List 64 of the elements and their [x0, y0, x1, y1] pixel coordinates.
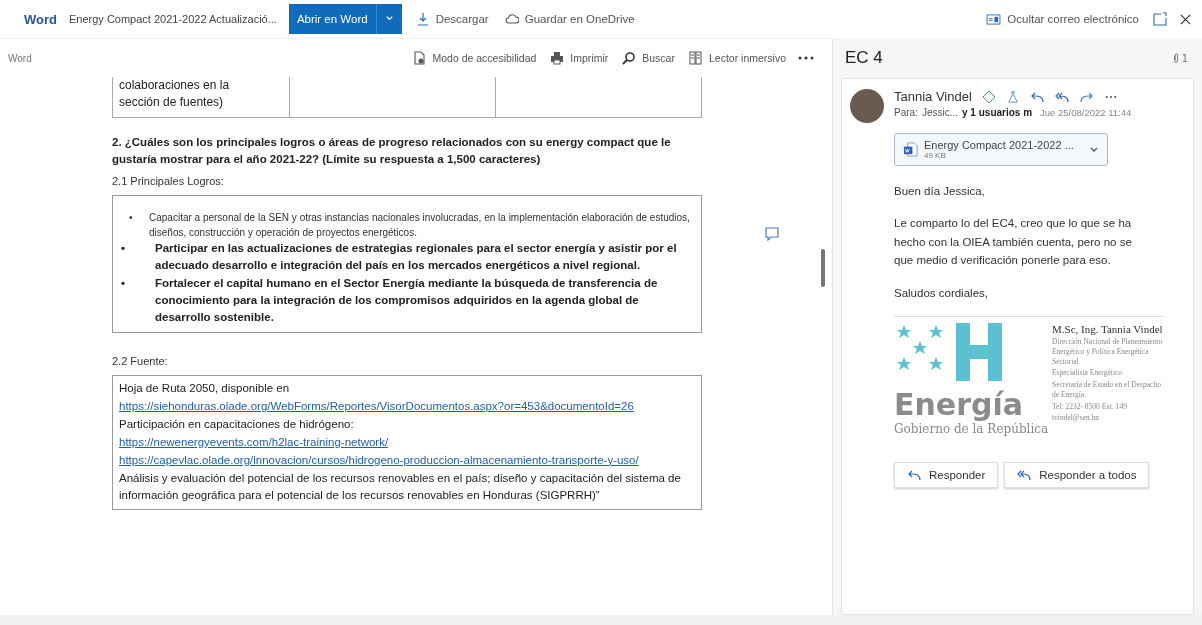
- print-button[interactable]: Imprimir: [548, 51, 611, 65]
- close-icon[interactable]: [1179, 12, 1192, 26]
- download-button[interactable]: Descargar: [413, 12, 491, 26]
- accessibility-button[interactable]: Modo de accesibilidad: [410, 51, 539, 65]
- email-subject: EC 4: [845, 48, 883, 68]
- bullet-text: Capacitar a personal de la SEN y otras instancias nacionales involucradas, en la implementación elaboración de estudios, diseños, construcción y operación de proyectos energéticos.: [149, 211, 691, 241]
- message-text: Buen día Jessica,: [894, 184, 986, 199]
- chevron-down-icon: [384, 14, 394, 23]
- bullet-text: Fortalecer el capital humano en el Sector Energía mediante la búsqueda de transferencia de conocimiento para la integración de los compromisos adquiridos en la agenda global de desarrollo sostenible.: [155, 275, 659, 326]
- book-icon: [688, 51, 703, 65]
- section-heading: 2.2 Fuente:: [112, 355, 169, 368]
- document-title: Energy Compact 2021-2022 Actualizació...: [69, 13, 277, 25]
- cloud-icon: [504, 12, 519, 26]
- attachment-count[interactable]: 1: [1172, 52, 1188, 64]
- message-text: Le comparto lo del EC4, creo que lo que se ha hecho con la OIEA también cuenta, pero no se que medio d verificación ponerle para eso.: [894, 216, 1133, 269]
- recipient[interactable]: Jessic...: [921, 107, 959, 118]
- message-text: Saludos cordiales,: [894, 285, 989, 301]
- tag-icon[interactable]: [981, 89, 996, 104]
- link[interactable]: https://capevlac.olade.org/innovacion/cursos/hidrogeno-produccion-almacenamiento-transporte-y-uso/: [119, 451, 695, 470]
- reply-all-button[interactable]: Responder a todos: [1004, 461, 1150, 488]
- table-cell: colaboraciones en la sección de fuentes): [112, 77, 291, 118]
- source-text: Hoja de Ruta 2050, disponible en: [119, 381, 291, 397]
- reply-button[interactable]: Responder: [894, 461, 999, 488]
- section-heading: 2.1 Principales Logros:: [112, 175, 225, 188]
- bullet: •: [129, 211, 134, 226]
- bullet-text: Participar en las actualizaciones de estrategias regionales para el sector energía y asistir por el adecuado desarrollo e integración del país en los mercados energéticos a nivel regional.: [155, 241, 678, 274]
- link[interactable]: https://newenergyevents.com/h2lac-training-network/: [119, 433, 695, 452]
- signature-name: M.Sc, Ing. Tannia Vindel: [1052, 322, 1164, 336]
- hide-email-button[interactable]: Ocultar correo electrónico: [984, 13, 1141, 25]
- attachment-name: Energy Compact 2021-2022 ...: [924, 139, 1075, 151]
- attachment-size: 49 KB: [924, 151, 947, 160]
- search-icon: [622, 51, 637, 65]
- date: Jue 25/08/2022 11:44: [1040, 107, 1132, 118]
- attachment[interactable]: Energy Compact 2021-2022 ... 49 KB: [894, 133, 1108, 166]
- panel-icon: [986, 13, 1002, 25]
- comment-icon[interactable]: [765, 227, 779, 241]
- bullet: •: [121, 241, 127, 257]
- logo-subtitle: Gobierno de la República: [894, 421, 1046, 436]
- more-icon[interactable]: [798, 56, 814, 60]
- flask-icon[interactable]: [1006, 89, 1019, 104]
- paperclip-icon: [1172, 52, 1179, 64]
- app-name: Word: [24, 11, 57, 27]
- question-text: 2. ¿Cuáles son los principales logros o áreas de progreso relacionados con su energy compact que le gustaría mostrar para el año 2021-22? (Límite su respuesta a 1,500 caracteres): [112, 134, 672, 168]
- logo-word: Energía: [894, 386, 1023, 422]
- printer-icon: [550, 51, 565, 65]
- download-icon: [415, 12, 430, 26]
- source-text: Análisis y evaluación del potencial de los recursos renovables en el país; diseño y capacitación del sistema de información geográfica para el potencial de los recursos renovables en Honduras (SIGPRRH)”: [119, 470, 682, 504]
- sender-name[interactable]: Tannia Vindel: [894, 89, 972, 104]
- open-in-word-button[interactable]: Abrir en Word: [288, 4, 377, 34]
- more-recipients[interactable]: y 1 usuarios m: [962, 107, 1033, 118]
- cloud-button[interactable]: Guardar en OneDrive: [502, 12, 637, 26]
- search-button[interactable]: Buscar: [620, 51, 677, 65]
- word-file-icon: [903, 142, 918, 157]
- link[interactable]: https://siehonduras.olade.org/WebForms/Reportes/VisorDocumentos.aspx?or=453&documentoId=26: [119, 398, 695, 417]
- bullet: •: [121, 275, 127, 291]
- document-icon: [412, 51, 427, 65]
- to-label: Para:: [894, 107, 918, 118]
- pop-out-icon[interactable]: [1153, 12, 1167, 26]
- source-text: Participación en capacitaciones de hidrógeno:: [119, 417, 355, 433]
- app-label: Word: [8, 52, 32, 64]
- scrollbar-thumb[interactable]: [821, 249, 825, 287]
- reader-button[interactable]: Lector inmersivo: [686, 51, 788, 65]
- avatar: [850, 89, 884, 123]
- more-icon[interactable]: [1104, 94, 1117, 99]
